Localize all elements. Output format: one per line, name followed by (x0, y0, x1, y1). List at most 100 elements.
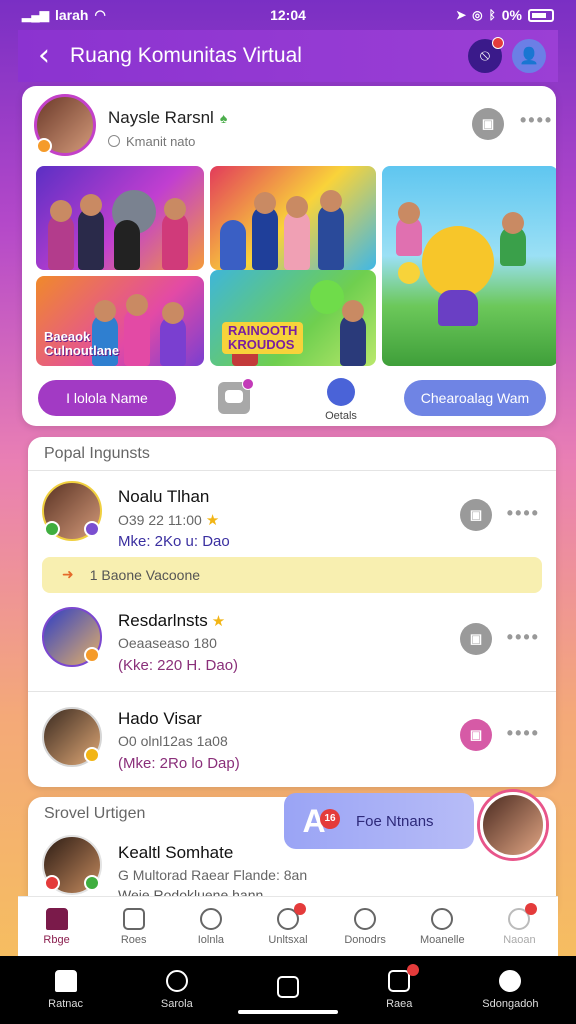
details-button[interactable]: Oetals (316, 378, 366, 422)
secondary-action-button[interactable]: Chearoalag Wam (404, 380, 546, 416)
tab-comments[interactable]: Donodrs (327, 897, 404, 956)
post-author[interactable]: Naysle Rarsnl ♠ (108, 108, 227, 128)
tab-home[interactable]: Rbge (18, 897, 95, 956)
more-options-button[interactable]: •••• (507, 503, 540, 524)
tab-label: Moanelle (419, 933, 465, 946)
notification-dot (407, 964, 420, 976)
member-meta: O0 olnl12as 1a08 (118, 733, 228, 749)
post-actions: I lolola Name Oetals Chearoalag Wam (22, 376, 556, 426)
tab-search[interactable]: Sarola (121, 956, 232, 1024)
member-name: Hado Visar (118, 709, 202, 728)
post-author-label: Naysle Rarsnl (108, 108, 214, 127)
divider (28, 691, 556, 692)
tab-chat[interactable]: Unltsxal (249, 897, 326, 956)
bookmark-button[interactable]: ▣ (460, 623, 492, 655)
member-location: Mke: 2Ko u: Dao (118, 533, 230, 550)
more-options-button[interactable]: •••• (520, 110, 553, 131)
chevron-left-icon[interactable]: ‹ (18, 30, 70, 82)
verified-leaf-icon: ♠ (219, 110, 228, 126)
status-badge (44, 875, 60, 891)
tab-home[interactable]: Ratnac (10, 956, 121, 1024)
app-header: ‹ Ruang Komunitas Virtual ⦸ 👤 (18, 30, 558, 82)
media-tile[interactable]: RAINOOTH KROUDOS (210, 270, 376, 366)
group-icon (431, 907, 454, 930)
globe-icon (108, 135, 120, 147)
tab-label: Raea (386, 998, 413, 1010)
status-badge (84, 521, 100, 537)
tab-calendar[interactable]: Raea (344, 956, 455, 1024)
signal-icon: ▂▄▆ (22, 8, 49, 22)
media-tile[interactable] (210, 166, 376, 270)
check-icon (199, 907, 222, 930)
tab-label: Donodrs (344, 933, 386, 946)
avatar[interactable] (42, 835, 102, 895)
tile-caption: RAINOOTH KROUDOS (222, 322, 304, 354)
avatar[interactable] (42, 481, 102, 541)
status-bar: ▂▄▆ larah ◠ 12:04 ➤ ◎ ᛒ 0% (0, 0, 576, 30)
banner-label: 1 Baone Vacoone (89, 567, 201, 583)
tile-caption: Baeaok Culnoutlane (44, 329, 120, 358)
bookmark-button[interactable]: ▣ (460, 499, 492, 531)
wifi-icon: ◠ (94, 7, 106, 22)
tab-groups[interactable]: Moanelle (404, 897, 481, 956)
tab-profile[interactable]: Sdongadoh (455, 956, 566, 1024)
page-title: Ruang Komunitas Virtual (70, 44, 302, 67)
more-options-button[interactable]: •••• (507, 723, 540, 744)
grid-icon (277, 976, 299, 998)
battery-icon (528, 8, 554, 22)
member-location: (Mke: 2Ro lo Dap) (118, 755, 240, 772)
section-title: Srovel Urtigen (44, 805, 146, 822)
status-badge (44, 521, 60, 537)
bookmark-button[interactable]: ▣ (472, 108, 504, 140)
tab-label: Iolnla (197, 933, 224, 946)
member-meta: G Multorad Raear Flande: 8an (118, 867, 308, 883)
media-tile[interactable] (382, 166, 556, 366)
member-name-label: Resdarlnsts (118, 611, 208, 630)
post-card: Naysle Rarsnl ♠ Kmanit nato ▣ •••• Baeaok… (22, 86, 556, 426)
arrow-right-icon: ➜ (62, 567, 74, 583)
tab-label: Sdongadoh (482, 998, 539, 1010)
member-name: Kealtl Somhate (118, 843, 234, 862)
media-tile[interactable] (36, 166, 204, 270)
media-tile[interactable]: Baeaok Culnoutlane (36, 276, 204, 366)
home-indicator[interactable] (238, 1010, 338, 1014)
translate-icon: A 16 (284, 803, 344, 840)
floating-action-pill[interactable]: A 16 Foe Ntnans (284, 793, 474, 849)
bluetooth-icon: ᛒ (488, 8, 496, 22)
bookmark-button[interactable]: ▣ (460, 719, 492, 751)
avatar[interactable] (34, 94, 96, 156)
comment-icon (354, 907, 377, 930)
more-options-button[interactable]: •••• (507, 627, 540, 648)
post-header: Naysle Rarsnl ♠ Kmanit nato ▣ •••• (34, 94, 551, 156)
avatar[interactable] (42, 707, 102, 767)
tab-label: Unltsxal (268, 933, 308, 946)
info-banner[interactable]: ➜ 1 Baone Vacoone (42, 557, 542, 593)
divider (28, 470, 556, 471)
primary-action-button[interactable]: I lolola Name (38, 380, 176, 416)
notification-dot (242, 378, 254, 390)
members-section: Popal Ingunsts Noalu Tlhan O39 22 11:00 ★… (28, 437, 556, 787)
tab-label: Ratnac (48, 998, 84, 1010)
tab-tasks[interactable]: Iolnla (172, 897, 249, 956)
post-subtitle: Kmanit nato (108, 134, 195, 149)
tab-profile[interactable]: Naoan (481, 897, 558, 956)
home-icon (54, 970, 77, 992)
user-icon[interactable]: 👤 (512, 39, 546, 73)
avatar[interactable] (42, 607, 102, 667)
list-item[interactable]: Hado Visar O0 olnl12as 1a08 (Mke: 2Ro lo… (28, 697, 556, 787)
member-name: Resdarlnsts ★ (118, 611, 225, 631)
list-item[interactable]: Resdarlnsts ★ Oeaaseaso 180 (Kke: 220 H. … (28, 601, 556, 691)
details-label: Oetals (325, 410, 357, 422)
tab-news[interactable]: Roes (95, 897, 172, 956)
star-icon: ★ (211, 613, 226, 630)
status-badge (84, 875, 100, 891)
no-sign-icon[interactable]: ⦸ (468, 37, 504, 73)
member-location: (Kke: 220 H. Dao) (118, 657, 239, 674)
chat-icon[interactable] (218, 378, 254, 414)
notification-dot (492, 37, 504, 49)
calendar-icon (388, 970, 411, 992)
newspaper-icon (122, 907, 145, 930)
avatar-badge (36, 138, 52, 154)
avatar[interactable] (480, 792, 546, 858)
list-item[interactable]: Noalu Tlhan O39 22 11:00 ★ Mke: 2Ko u: Da… (28, 477, 556, 567)
